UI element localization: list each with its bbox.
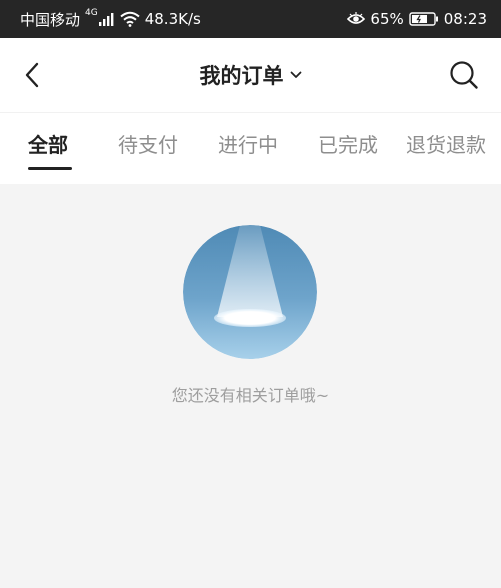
chevron-down-icon[interactable]: [290, 71, 302, 79]
battery-icon: [409, 12, 438, 26]
eye-icon: [347, 12, 366, 24]
active-tab-indicator: [28, 167, 72, 170]
status-bar: 中国移动 4G 48.3K/s 65% 08:23: [0, 0, 501, 38]
back-button[interactable]: [14, 56, 50, 94]
network-speed: 48.3K/s: [144, 10, 201, 28]
page-title[interactable]: 我的订单: [200, 60, 284, 90]
tab-returns-refunds[interactable]: 退货退款: [406, 129, 486, 159]
network-type: 4G: [85, 8, 98, 18]
battery-percent: 65%: [370, 10, 404, 28]
chevron-left-icon: [25, 62, 39, 88]
tab-in-progress[interactable]: 进行中: [218, 129, 278, 159]
carrier-name: 中国移动: [20, 10, 81, 29]
status-bar-left: 中国移动 4G 48.3K/s: [20, 8, 201, 30]
search-icon: [450, 61, 478, 89]
title-area: 我的订单: [0, 38, 501, 112]
tab-completed[interactable]: 已完成: [318, 129, 378, 159]
empty-state-message: 您还没有相关订单哦~: [171, 386, 330, 405]
tab-all[interactable]: 全部: [28, 129, 68, 159]
status-bar-right: 65% 08:23: [347, 10, 487, 28]
signal-icon: [98, 13, 114, 26]
tab-pending-payment[interactable]: 待支付: [118, 129, 178, 159]
search-button[interactable]: [447, 58, 481, 92]
order-tabs: 全部 待支付 进行中 已完成 退货退款: [0, 112, 501, 184]
app-header: 我的订单: [0, 38, 501, 112]
clock: 08:23: [443, 10, 487, 28]
wifi-icon: [120, 11, 140, 27]
spotlight-icon: [183, 225, 317, 359]
